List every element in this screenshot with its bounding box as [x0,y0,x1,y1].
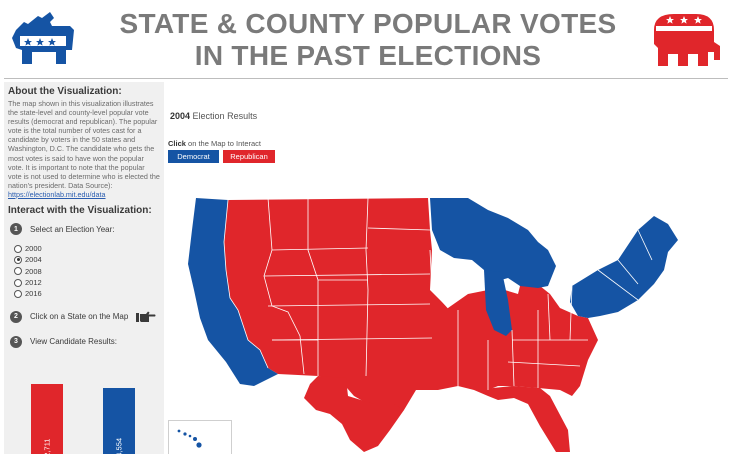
about-text: The map shown in this visualization illu… [8,99,160,199]
step-number: 2 [10,310,22,323]
year-option-2000[interactable]: 2000 [14,243,164,254]
democrat-filter-button[interactable]: Democrat [168,150,219,163]
radio-icon[interactable] [14,267,22,276]
year-option-2008[interactable]: 2008 [14,266,164,277]
click-instruction: Click on the Map to Interact [168,139,261,148]
democrat-votes-bar[interactable]: 58,894,554 [103,388,135,454]
election-results-title: 2004 Election Results [170,111,258,121]
step-number: 3 [10,335,22,348]
donkey-icon [12,12,74,64]
step-1: 1 Select an Election Year: [10,223,160,236]
data-source-link[interactable]: https://electionlab.mit.edu/data [8,190,106,199]
candidate-results-chart: 61,872,711 58,894,554 [4,382,164,454]
step-3: 3 View Candidate Results: [10,335,160,348]
step-label: View Candidate Results: [30,337,118,347]
sidebar: About the Visualization: The map shown i… [4,82,164,454]
alaska-hawaii-inset[interactable] [168,420,232,454]
radio-icon[interactable] [14,244,22,253]
step-label: Select an Election Year: [30,224,115,234]
year-option-2012[interactable]: 2012 [14,277,164,288]
radio-selected-icon[interactable] [14,255,22,264]
pointing-hand-icon [136,311,156,322]
radio-icon[interactable] [14,289,22,298]
elephant-icon [654,14,720,66]
republican-votes-bar[interactable]: 61,872,711 [31,384,63,454]
step-2: 2 Click on a State on the Map [10,310,160,323]
header: STATE & COUNTY POPULAR VOTES IN THE PAST… [0,0,736,78]
us-state-map[interactable] [168,190,732,454]
year-option-2016[interactable]: 2016 [14,288,164,299]
map-florida [474,386,570,452]
year-radio-group: 2000 2004 2008 2012 2016 [14,243,164,299]
year-option-2004[interactable]: 2004 [14,254,164,265]
step-label: Click on a State on the Map [30,312,129,322]
step-number: 1 [10,223,22,236]
interact-heading: Interact with the Visualization: [8,205,152,217]
hawaii-islands-icon [177,429,202,448]
republican-votes-label: 61,872,711 [43,416,52,454]
header-divider [4,78,728,79]
radio-icon[interactable] [14,278,22,287]
republican-filter-button[interactable]: Republican [223,150,275,163]
map-red-states [224,198,598,422]
democrat-votes-label: 58,894,554 [115,416,124,454]
page-title: STATE & COUNTY POPULAR VOTES IN THE PAST… [119,8,617,71]
about-heading: About the Visualization: [8,86,122,97]
